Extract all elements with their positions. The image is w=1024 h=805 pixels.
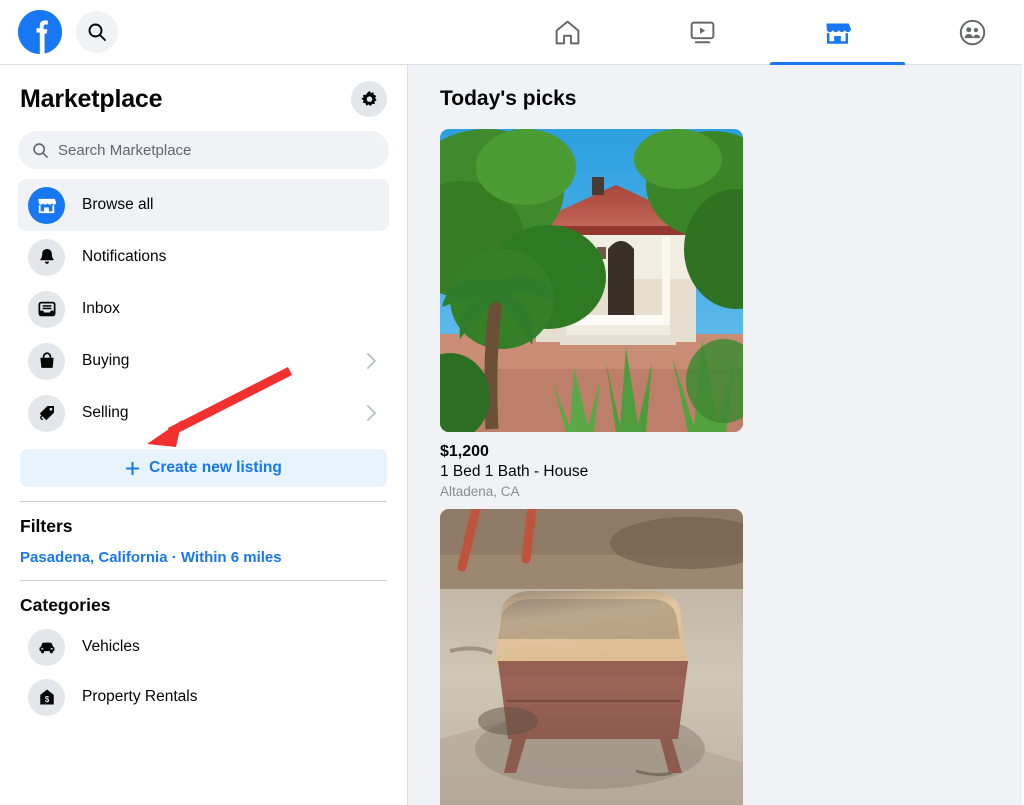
- price-tag-icon: [28, 394, 65, 432]
- sidebar-item-label: Selling: [82, 404, 129, 421]
- sidebar-item-selling[interactable]: Selling: [18, 387, 389, 439]
- nav-tab-watch[interactable]: [635, 0, 770, 65]
- sidebar-item-label: Notifications: [82, 248, 167, 265]
- listing-grid: $1,200 1 Bed 1 Bath - House Altadena, CA: [440, 129, 1024, 805]
- sidebar-item-label: Inbox: [82, 300, 120, 317]
- house-dollar-icon: $: [28, 678, 65, 716]
- shopping-bag-icon: [28, 342, 65, 380]
- listing-location: Altadena, CA: [440, 484, 520, 499]
- topbar-left-group: [0, 10, 118, 54]
- store-icon: [28, 186, 65, 224]
- marketplace-search-bar[interactable]: [18, 131, 389, 169]
- sidebar-header: Marketplace: [18, 65, 389, 123]
- main-content: Today's picks $1,200 1 Bed 1 Bath - Hous…: [408, 65, 1024, 805]
- category-label: Vehicles: [82, 638, 140, 655]
- topbar-search-button[interactable]: [76, 11, 118, 53]
- groups-icon: [959, 19, 986, 46]
- gear-icon: [360, 90, 377, 106]
- category-item-property-rentals[interactable]: $ Property Rentals: [18, 672, 389, 722]
- search-icon: [33, 142, 48, 158]
- divider: [20, 580, 387, 581]
- marketplace-app: Marketplace Search Marketplace Browse al…: [0, 0, 1024, 805]
- filters-heading: Filters: [20, 516, 73, 536]
- facebook-logo[interactable]: [18, 10, 62, 54]
- top-navigation-bar: [0, 0, 1024, 65]
- sidebar-item-label: Browse all: [82, 196, 154, 213]
- marketplace-store-icon: [826, 23, 851, 44]
- marketplace-sidebar: Marketplace Search Marketplace Browse al…: [0, 65, 408, 805]
- marketplace-settings-button[interactable]: [351, 81, 387, 117]
- nav-tab-home[interactable]: [500, 0, 635, 65]
- page-title: Marketplace: [20, 84, 163, 113]
- search-input[interactable]: [58, 141, 375, 159]
- create-new-listing-button[interactable]: Create new listing: [20, 449, 387, 487]
- location-filter-link[interactable]: Pasadena, California · Within 6 miles: [18, 537, 389, 566]
- listing-card[interactable]: FREE Nightstands Best Offer Altadena, CA: [440, 509, 743, 805]
- listing-card[interactable]: $1,200 1 Bed 1 Bath - House Altadena, CA: [440, 129, 743, 499]
- search-icon: [88, 23, 106, 41]
- listing-image-wooden-nightstand-on-concrete[interactable]: [440, 509, 743, 805]
- categories-heading: Categories: [20, 595, 111, 615]
- nav-tab-marketplace[interactable]: [770, 0, 905, 65]
- sidebar-item-browse-all[interactable]: Browse all: [18, 179, 389, 231]
- category-item-vehicles[interactable]: Vehicles: [18, 622, 389, 672]
- inbox-icon: [28, 290, 65, 328]
- svg-text:$: $: [44, 695, 49, 704]
- plus-icon: [126, 461, 140, 475]
- divider: [20, 501, 387, 502]
- video-icon: [690, 21, 715, 44]
- listing-image-house-with-red-roof-and-palm-trees[interactable]: [440, 129, 743, 432]
- home-icon: [555, 20, 580, 45]
- car-icon: [28, 628, 65, 666]
- listing-price: $1,200: [440, 443, 489, 460]
- todays-picks-heading: Today's picks: [440, 87, 577, 110]
- sidebar-item-buying[interactable]: Buying: [18, 335, 389, 387]
- topbar-nav-tabs: [500, 0, 1024, 65]
- listing-title: 1 Bed 1 Bath - House: [440, 463, 589, 480]
- chevron-right-icon: [365, 350, 379, 372]
- category-label: Property Rentals: [82, 688, 198, 705]
- nav-tab-groups[interactable]: [905, 0, 1024, 65]
- create-listing-label: Create new listing: [149, 459, 282, 476]
- bell-icon: [28, 238, 65, 276]
- sidebar-item-notifications[interactable]: Notifications: [18, 231, 389, 283]
- sidebar-item-label: Buying: [82, 352, 130, 369]
- chevron-right-icon: [365, 402, 379, 424]
- page-body: Marketplace Search Marketplace Browse al…: [0, 65, 1024, 805]
- sidebar-item-inbox[interactable]: Inbox: [18, 283, 389, 335]
